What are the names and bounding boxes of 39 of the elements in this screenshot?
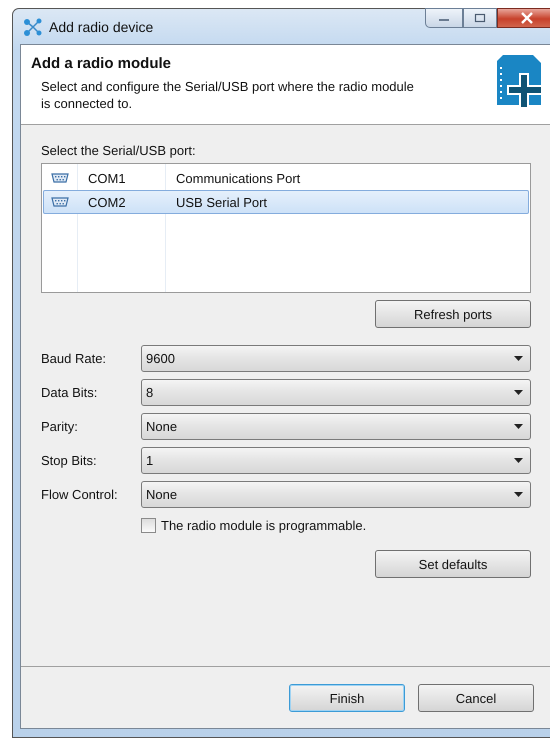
close-icon (520, 12, 534, 24)
page-description: Select and configure the Serial/USB port where the radio module is connected to. (41, 78, 415, 112)
dialog-button[interactable]: Cancel (418, 684, 534, 712)
minimize-button[interactable] (425, 8, 463, 28)
setting-label: Baud Rate: (41, 351, 108, 366)
setting-dropdown[interactable]: None (141, 481, 531, 508)
caret-icon (514, 458, 523, 463)
setting-dropdown[interactable]: None (141, 413, 531, 440)
port-list-label: Select the Serial/USB port: (41, 143, 197, 158)
serial-port-icon (51, 173, 69, 183)
checkbox-label: The radio module is programmable. (161, 518, 366, 533)
dialog-button[interactable]: Finish (289, 684, 405, 712)
page-title: Add a radio module (31, 55, 172, 72)
checkbox[interactable] (141, 518, 156, 533)
setting-dropdown[interactable]: 8 (141, 379, 531, 406)
caret-icon (514, 356, 523, 361)
maximize-button[interactable] (463, 8, 497, 28)
network-nodes-icon (23, 18, 43, 36)
close-button[interactable] (497, 8, 550, 28)
port-name: COM1 (88, 170, 127, 186)
setting-label: Flow Control: (41, 487, 119, 502)
port-description: USB Serial Port (176, 194, 268, 210)
caret-icon (514, 492, 523, 497)
port-row[interactable]: COM1 Communications Port (43, 166, 529, 190)
caret-icon (514, 424, 523, 429)
setting-label: Data Bits: (41, 385, 98, 400)
caret-icon (514, 390, 523, 395)
setting-label: Parity: (41, 419, 79, 434)
setting-label: Stop Bits: (41, 453, 98, 468)
port-row[interactable]: COM2 USB Serial Port (43, 190, 529, 214)
setting-dropdown[interactable]: 1 (141, 447, 531, 474)
setting-dropdown[interactable]: 9600 (141, 345, 531, 372)
window-title: Add radio device (49, 18, 154, 34)
port-name: COM2 (88, 194, 127, 210)
maximize-icon (473, 13, 487, 23)
set-defaults-button[interactable]: Set defaults (375, 550, 531, 578)
refresh-ports-button[interactable]: Refresh ports (375, 300, 531, 328)
serial-port-icon (51, 197, 69, 207)
port-description: Communications Port (176, 170, 300, 186)
